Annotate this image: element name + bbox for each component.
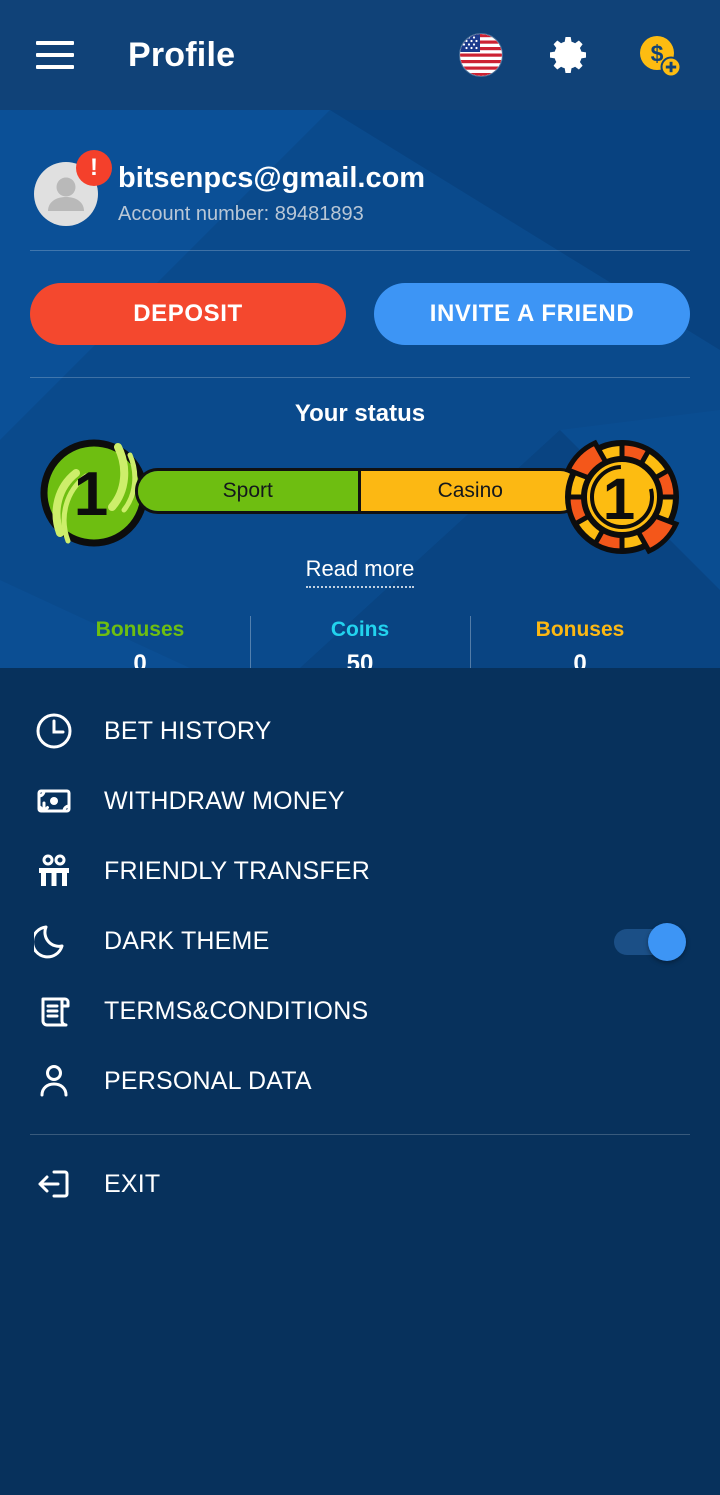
stat-label: Bonuses (95, 618, 185, 641)
status-bar: Sport Casino (135, 468, 583, 514)
casino-level-chip-icon: 1 (562, 437, 682, 557)
profile-summary[interactable]: ! bitsenpcs@gmail.com Account number: 89… (30, 110, 690, 250)
status-segment-sport: Sport (138, 471, 361, 511)
moon-icon (32, 919, 76, 963)
menu-item-dark-theme[interactable]: DARK THEME (30, 906, 690, 976)
status-block: Your status 1 Sport Casino 1 Read more (30, 378, 690, 588)
app-bar: Profile $ (0, 0, 720, 110)
menu-item-label: WITHDRAW MONEY (104, 786, 345, 815)
withdraw-money-icon (32, 779, 76, 823)
invite-a-friend-button[interactable]: INVITE A FRIEND (374, 283, 690, 345)
hero-section: ! bitsenpcs@gmail.com Account number: 89… (0, 110, 720, 668)
menu-item-label: TERMS&CONDITIONS (104, 996, 369, 1025)
stat-casino-bonuses: Bonuses 0 (470, 614, 690, 668)
menu-list: BET HISTORY WITHDRAW MONEY FRIENDLY TRAN… (0, 696, 720, 1219)
stats-row: Bonuses 0 Coins 50 Bonuses 0 (30, 614, 690, 668)
casino-level-value: 1 (603, 467, 635, 532)
toggle-knob (648, 923, 686, 961)
sport-level-tennis-ball-icon: 1 (38, 437, 150, 549)
alert-badge: ! (76, 150, 112, 186)
menu-item-label: EXIT (104, 1169, 161, 1198)
logout-icon (32, 1162, 76, 1206)
stat-label: Bonuses (535, 618, 625, 641)
friendly-transfer-icon (32, 849, 76, 893)
menu-item-withdraw-money[interactable]: WITHDRAW MONEY (30, 766, 690, 836)
menu-item-friendly-transfer[interactable]: FRIENDLY TRANSFER (30, 836, 690, 906)
profile-text: bitsenpcs@gmail.com Account number: 8948… (118, 162, 425, 225)
profile-account-number: Account number: 89481893 (118, 202, 364, 225)
deposit-button[interactable]: DEPOSIT (30, 283, 346, 345)
menu-item-label: BET HISTORY (104, 716, 272, 745)
status-title: Your status (294, 400, 426, 427)
stat-sport-bonuses: Bonuses 0 (30, 614, 250, 668)
read-more-wrap: Read more (30, 556, 690, 588)
stat-label: Coins (330, 618, 390, 641)
document-scroll-icon (32, 989, 76, 1033)
hamburger-icon[interactable] (32, 32, 78, 78)
read-more-link[interactable]: Read more (305, 556, 415, 588)
menu-item-label: FRIENDLY TRANSFER (104, 856, 370, 885)
profile-email: bitsenpcs@gmail.com (118, 162, 426, 195)
stat-value: 0 (573, 650, 587, 668)
menu-item-bet-history[interactable]: BET HISTORY (30, 696, 690, 766)
stat-value: 50 (346, 650, 374, 668)
menu-item-personal-data[interactable]: PERSONAL DATA (30, 1046, 690, 1116)
person-icon (32, 1059, 76, 1103)
us-flag-icon[interactable] (460, 34, 502, 76)
stat-value: 0 (133, 650, 147, 668)
page-title: Profile (128, 35, 236, 74)
status-segment-casino: Casino (360, 471, 580, 511)
gear-icon[interactable] (547, 33, 591, 77)
status-progress: 1 Sport Casino 1 (30, 432, 690, 555)
hero-content: ! bitsenpcs@gmail.com Account number: 89… (0, 110, 720, 668)
menu-item-exit[interactable]: EXIT (30, 1149, 690, 1219)
dark-theme-toggle[interactable] (614, 923, 686, 961)
stat-coins: Coins 50 (250, 614, 470, 668)
app-bar-actions: $ (460, 32, 696, 78)
add-money-coin-icon[interactable]: $ (636, 32, 682, 78)
menu-item-terms-and-conditions[interactable]: TERMS&CONDITIONS (30, 976, 690, 1046)
action-buttons: DEPOSIT INVITE A FRIEND (30, 251, 690, 377)
avatar[interactable]: ! (34, 150, 112, 226)
clock-icon (32, 709, 76, 753)
menu-item-label: PERSONAL DATA (104, 1066, 312, 1095)
profile-screen: Profile $ ! bitsenpcs@gmail.com Account … (0, 0, 720, 1495)
sport-level-value: 1 (74, 460, 108, 529)
menu-item-label: DARK THEME (104, 926, 270, 955)
divider-exit (30, 1134, 690, 1135)
